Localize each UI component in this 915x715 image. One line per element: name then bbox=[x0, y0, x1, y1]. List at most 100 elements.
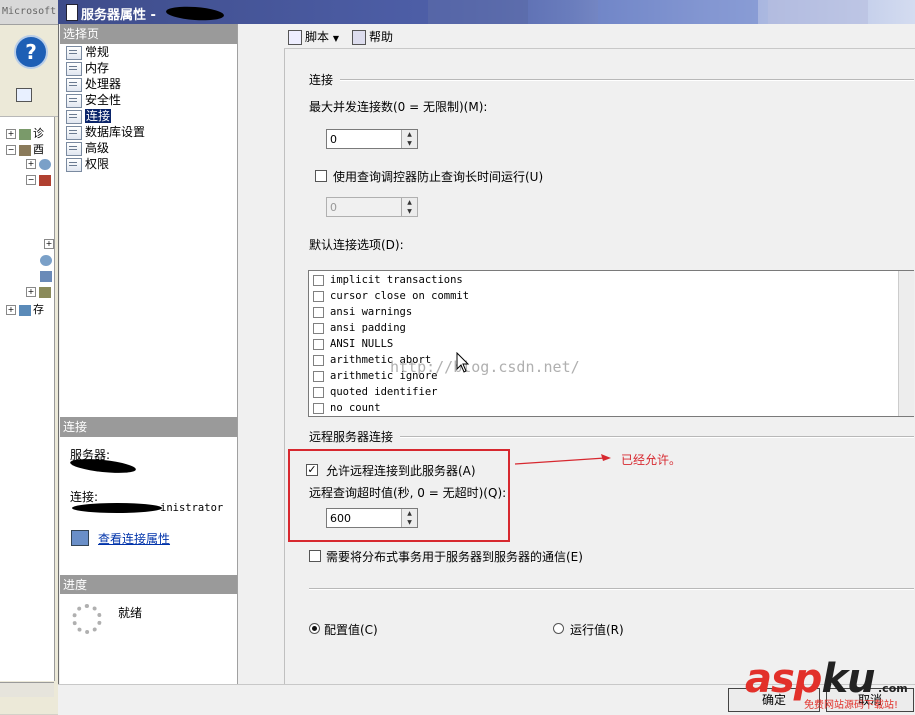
tree-node[interactable]: + bbox=[44, 237, 57, 250]
mouse-cursor-icon bbox=[456, 352, 470, 373]
redaction-mark bbox=[72, 503, 162, 513]
distributed-transactions-checkbox[interactable] bbox=[309, 550, 321, 562]
collapse-icon[interactable]: − bbox=[26, 175, 36, 185]
page-icon bbox=[66, 45, 82, 60]
option-checkbox[interactable] bbox=[313, 274, 324, 286]
options-scrollbar[interactable] bbox=[898, 271, 914, 416]
query-governor-label: 使用查询调控器防止查询长时间运行(U) bbox=[333, 170, 544, 184]
page-item-database-settings[interactable]: 数据库设置 bbox=[66, 124, 145, 140]
group-divider bbox=[340, 79, 914, 81]
option-item[interactable]: no count bbox=[313, 400, 381, 416]
expand-icon[interactable]: + bbox=[6, 129, 16, 139]
dropdown-arrow-icon[interactable]: ▼ bbox=[333, 34, 339, 43]
option-checkbox[interactable] bbox=[313, 306, 324, 318]
select-page-header: 选择页 bbox=[60, 24, 237, 44]
horizontal-scrollbar[interactable] bbox=[0, 682, 54, 697]
stepper-up-icon[interactable]: ▲ bbox=[402, 130, 417, 139]
folder-icon bbox=[19, 144, 31, 156]
connection-label: 连接: bbox=[70, 490, 99, 504]
option-checkbox[interactable] bbox=[313, 338, 324, 350]
copy-icon[interactable] bbox=[16, 88, 32, 102]
page-item-advanced[interactable]: 高级 bbox=[66, 140, 109, 156]
option-item[interactable]: ansi padding bbox=[313, 320, 406, 336]
running-value-label: 运行值(R) bbox=[570, 623, 624, 637]
stepper-down-icon: ▼ bbox=[407, 208, 412, 215]
page-icon bbox=[66, 125, 82, 140]
collapse-icon[interactable]: − bbox=[6, 145, 16, 155]
page-item-general[interactable]: 常规 bbox=[66, 44, 109, 60]
group-divider bbox=[400, 436, 914, 438]
page-item-connections[interactable]: 连接 bbox=[66, 108, 112, 124]
tree-node[interactable]: − 酉 bbox=[6, 141, 44, 157]
tree-node[interactable] bbox=[40, 269, 54, 282]
annotation-text: 已经允许。 bbox=[621, 453, 682, 467]
help-button[interactable]: 帮助 bbox=[352, 28, 393, 45]
stepper-arrows[interactable]: ▲ ▼ bbox=[401, 130, 417, 148]
running-value-radio[interactable] bbox=[553, 623, 564, 634]
option-item[interactable]: ansi warnings bbox=[313, 304, 412, 320]
option-item[interactable]: ANSI NULLS bbox=[313, 336, 393, 352]
query-governor-stepper: ▲▼ bbox=[326, 197, 418, 217]
pane-splitter bbox=[238, 24, 285, 684]
option-checkbox[interactable] bbox=[313, 290, 324, 302]
highlight-box bbox=[288, 449, 510, 542]
option-checkbox[interactable] bbox=[313, 386, 324, 398]
site-logo-domain: .com bbox=[878, 682, 908, 695]
expand-icon[interactable]: + bbox=[26, 159, 36, 169]
expand-icon[interactable]: + bbox=[44, 239, 54, 249]
expand-icon[interactable]: + bbox=[6, 305, 16, 315]
distributed-transactions-label: 需要将分布式事务用于服务器到服务器的通信(E) bbox=[326, 550, 583, 564]
default-connection-options-list[interactable]: implicit transactions cursor close on co… bbox=[308, 270, 914, 417]
stepper-down-icon[interactable]: ▼ bbox=[402, 139, 417, 148]
option-item[interactable]: implicit transactions bbox=[313, 272, 463, 288]
tree-node[interactable]: + 存 bbox=[6, 301, 44, 317]
storage-icon bbox=[19, 304, 31, 316]
option-item[interactable]: cursor close on commit bbox=[313, 288, 469, 304]
folder-icon bbox=[19, 128, 31, 140]
page-icon bbox=[66, 77, 82, 92]
view-connection-properties-link[interactable]: 查看连接属性 bbox=[98, 530, 170, 547]
page-item-security[interactable]: 安全性 bbox=[66, 92, 121, 108]
background-app-titlebar: Microsoft bbox=[0, 0, 58, 25]
annotation-arrow-icon bbox=[514, 454, 611, 465]
progress-status: 就绪 bbox=[118, 606, 143, 620]
script-icon bbox=[288, 30, 302, 45]
clock-icon bbox=[39, 158, 51, 170]
expand-icon[interactable]: + bbox=[26, 287, 36, 297]
progress-header: 进度 bbox=[60, 575, 237, 595]
page-item-processors[interactable]: 处理器 bbox=[66, 76, 121, 92]
query-governor-input bbox=[330, 199, 402, 215]
gear-icon bbox=[40, 254, 52, 266]
security-icon bbox=[39, 174, 51, 186]
option-item[interactable]: quoted identifier bbox=[313, 384, 437, 400]
tree-node[interactable]: − bbox=[26, 173, 53, 186]
default-options-label: 默认连接选项(D): bbox=[309, 238, 404, 252]
page-icon bbox=[66, 157, 82, 172]
connections-group-label: 连接 bbox=[309, 73, 334, 87]
tree-node[interactable]: + bbox=[26, 285, 53, 298]
option-checkbox[interactable] bbox=[313, 354, 324, 366]
option-checkbox[interactable] bbox=[313, 370, 324, 382]
query-governor-checkbox[interactable] bbox=[315, 170, 327, 182]
object-explorer-tree[interactable]: + 诊 − 酉 + − + + + 存 bbox=[0, 117, 55, 681]
configured-value-radio[interactable] bbox=[309, 623, 320, 634]
option-checkbox[interactable] bbox=[313, 402, 324, 414]
page-icon bbox=[66, 109, 82, 124]
option-checkbox[interactable] bbox=[313, 322, 324, 334]
tree-node[interactable]: + 诊 bbox=[6, 125, 44, 141]
user-icon bbox=[39, 286, 51, 298]
section-divider bbox=[309, 588, 914, 590]
remote-group-label: 远程服务器连接 bbox=[309, 430, 394, 444]
max-connections-input[interactable] bbox=[330, 131, 402, 147]
site-logo-tagline: 免费网站源码下载站! bbox=[804, 700, 899, 711]
tree-node[interactable]: + bbox=[26, 157, 53, 170]
page-item-permissions[interactable]: 权限 bbox=[66, 156, 109, 172]
stepper-arrows: ▲ ▼ bbox=[401, 198, 417, 216]
tree-node[interactable] bbox=[40, 253, 54, 266]
background-app-title: Microsoft bbox=[2, 6, 57, 17]
max-connections-stepper[interactable]: ▲▼ bbox=[326, 129, 418, 149]
connection-info-header: 连接 bbox=[60, 417, 237, 437]
page-item-memory[interactable]: 内存 bbox=[66, 60, 109, 76]
help-icon[interactable]: ? bbox=[14, 35, 48, 69]
script-button[interactable]: 脚本 ▼ bbox=[288, 28, 339, 45]
